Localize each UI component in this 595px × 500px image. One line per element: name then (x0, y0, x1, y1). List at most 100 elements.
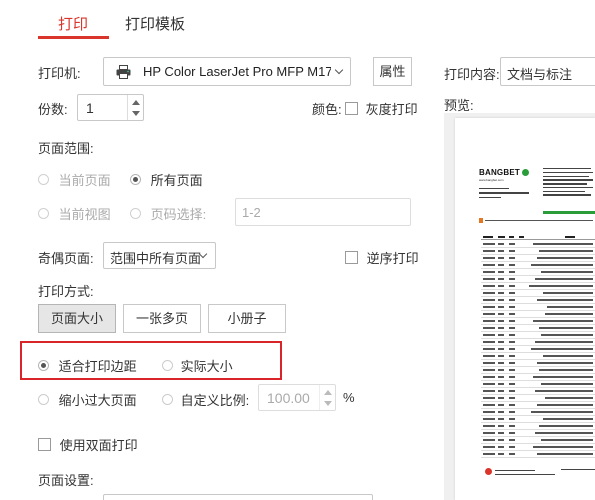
table-row (481, 382, 595, 388)
odd-even-label: 奇偶页面: (38, 251, 94, 266)
radio-current-page[interactable]: 当前页面 (38, 170, 111, 189)
radio-label: 实际大小 (180, 359, 233, 374)
radio-fit-margins[interactable]: 适合打印边距 (38, 356, 137, 375)
page-select-placeholder: 1-2 (242, 205, 261, 220)
mode-page-size-button[interactable]: 页面大小 (38, 304, 116, 333)
table-row (481, 445, 595, 451)
table-row (481, 389, 595, 395)
brand-url: www.bangbet.com (479, 178, 504, 182)
duplex-checkbox[interactable] (38, 438, 51, 451)
preview-left-lines (479, 188, 539, 201)
table-row (481, 438, 595, 444)
preview-label: 预览: (444, 98, 474, 113)
table-row (481, 256, 595, 262)
duplex-option[interactable]: 使用双面打印 (38, 435, 138, 454)
active-tab-indicator (38, 36, 109, 39)
chevron-down-icon (334, 65, 344, 75)
radio-icon[interactable] (38, 360, 49, 371)
radio-page-select[interactable]: 页码选择: (130, 204, 206, 223)
print-content-select[interactable]: 文档与标注 (500, 57, 595, 86)
table-row (481, 452, 595, 458)
radio-label: 页码选择: (150, 207, 207, 222)
mode-booklet-button[interactable]: 小册子 (208, 304, 286, 333)
tab-print[interactable]: 打印 (58, 13, 88, 34)
table-row (481, 312, 595, 318)
properties-button[interactable]: 属性 (373, 57, 412, 86)
print-content-label: 打印内容: (444, 67, 500, 82)
table-row (481, 277, 595, 283)
page-settings-label: 页面设置: (38, 473, 94, 488)
print-mode-label: 打印方式: (38, 284, 94, 299)
radio-icon[interactable] (38, 174, 49, 185)
radio-current-view[interactable]: 当前视图 (38, 204, 111, 223)
preview-red-strip (479, 218, 595, 223)
table-row (481, 249, 595, 255)
radio-icon[interactable] (162, 394, 173, 405)
table-row (481, 431, 595, 437)
brand-logo: BANGBET (479, 168, 530, 177)
radio-shrink-large[interactable]: 缩小过大页面 (38, 390, 137, 409)
decrement-icon[interactable] (132, 111, 140, 116)
brand-mark (522, 169, 530, 177)
radio-label: 当前页面 (58, 173, 111, 188)
grayscale-label: 灰度打印 (365, 102, 418, 117)
custom-scale-value: 100.00 (267, 390, 310, 406)
custom-scale-stepper[interactable]: 100.00 (258, 384, 336, 411)
reverse-label: 逆序打印 (366, 251, 419, 266)
preview-green-bar (543, 211, 595, 214)
page-settings-select[interactable] (103, 494, 373, 500)
table-row (481, 319, 595, 325)
tab-print-template[interactable]: 打印模板 (125, 13, 185, 34)
page-select-input[interactable]: 1-2 (235, 198, 411, 226)
printer-icon (116, 65, 131, 79)
odd-even-value: 范围中所有页面 (110, 251, 202, 266)
radio-label: 所有页面 (150, 173, 203, 188)
grayscale-option[interactable]: 灰度打印 (345, 99, 418, 118)
preview-header-lines (543, 168, 595, 198)
table-row (481, 270, 595, 276)
table-row (481, 291, 595, 297)
print-content-value: 文档与标注 (507, 67, 573, 82)
copies-stepper[interactable]: 1 (77, 94, 144, 121)
radio-icon[interactable] (130, 208, 141, 219)
radio-icon[interactable] (38, 208, 49, 219)
table-row (481, 410, 595, 416)
stepper-divider (319, 385, 320, 410)
table-row (481, 347, 595, 353)
reverse-checkbox[interactable] (345, 251, 358, 264)
percent-sign: % (343, 390, 355, 405)
mode-multi-page-button[interactable]: 一张多页 (123, 304, 201, 333)
radio-label: 当前视图 (58, 207, 111, 222)
table-row (481, 333, 595, 339)
radio-all-pages[interactable]: 所有页面 (130, 170, 203, 189)
table-row (481, 361, 595, 367)
radio-label: 缩小过大页面 (58, 393, 137, 408)
stepper-divider (127, 95, 128, 120)
table-row (481, 263, 595, 269)
table-row (481, 305, 595, 311)
table-row (481, 326, 595, 332)
increment-icon[interactable] (324, 390, 332, 395)
radio-icon[interactable] (130, 174, 141, 185)
table-row (481, 424, 595, 430)
copies-value: 1 (86, 100, 94, 116)
increment-icon[interactable] (132, 100, 140, 105)
brand-name: BANGBET (479, 168, 520, 177)
table-row (481, 284, 595, 290)
radio-custom-scale[interactable]: 自定义比例: (162, 390, 249, 409)
table-row (481, 403, 595, 409)
printer-select[interactable]: HP Color LaserJet Pro MFP M17 (103, 57, 351, 86)
radio-label: 适合打印边距 (58, 359, 137, 374)
odd-even-select[interactable]: 范围中所有页面 (103, 242, 216, 269)
grayscale-checkbox[interactable] (345, 102, 358, 115)
radio-actual-size[interactable]: 实际大小 (162, 356, 233, 375)
reverse-option[interactable]: 逆序打印 (345, 248, 419, 267)
radio-icon[interactable] (38, 394, 49, 405)
decrement-icon[interactable] (324, 401, 332, 406)
radio-icon[interactable] (162, 360, 173, 371)
table-row (481, 298, 595, 304)
page-range-label: 页面范围: (38, 141, 94, 156)
color-label: 颜色: (312, 102, 342, 117)
table-row (481, 368, 595, 374)
table-row (481, 340, 595, 346)
